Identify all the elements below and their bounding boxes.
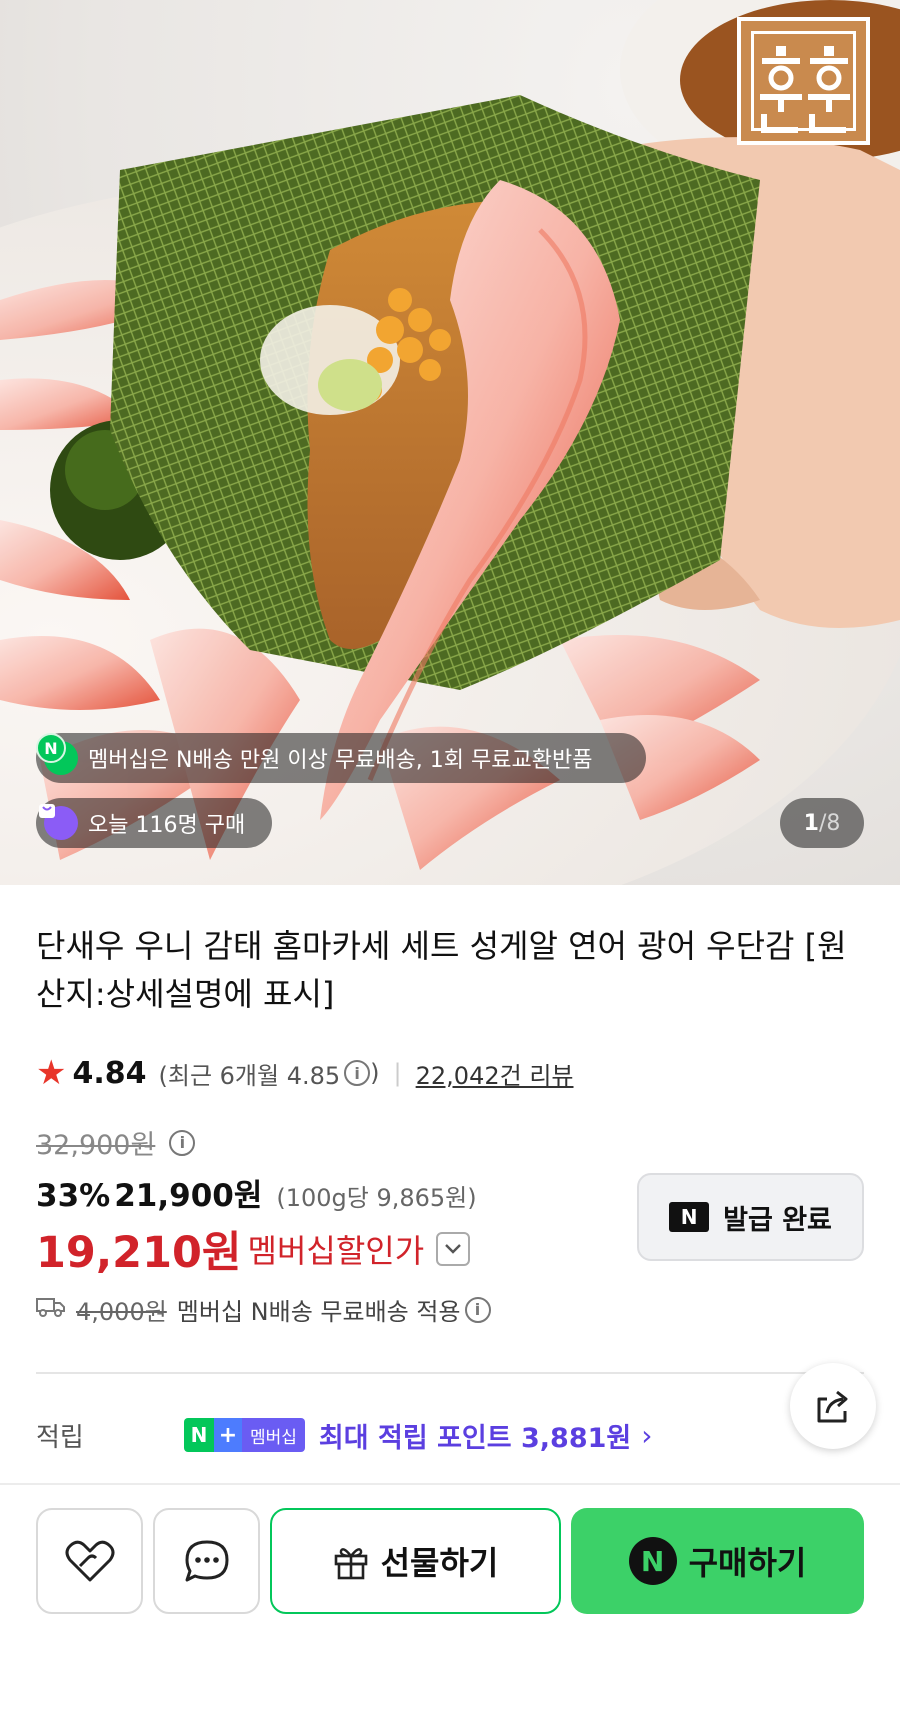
talk-button[interactable] (153, 1508, 260, 1614)
discount-rate: 33% (36, 1178, 111, 1214)
max-points-text: 최대 적립 포인트 3,881원 (318, 1422, 632, 1454)
review-count-link[interactable]: 22,042건 리뷰 (416, 1056, 574, 1091)
svg-text:N: N (44, 739, 57, 758)
membership-shipping-badge: N 멤버십은 N배송 만원 이상 무료배송, 1회 무료교환반품 (36, 733, 646, 783)
like-button[interactable] (36, 1508, 143, 1614)
shipping-row: 4,000원 멤버십 N배송 무료배송 적용 i (36, 1292, 491, 1327)
pager-total: /8 (818, 810, 841, 836)
today-buyers-text: 오늘 116명 구매 (88, 813, 246, 838)
star-icon: ★ (36, 1053, 67, 1093)
shipping-text: 멤버십 N배송 무료배송 적용 (176, 1298, 461, 1326)
gift-label: 선물하기 (380, 1544, 499, 1582)
n-plus-membership-badge: N + 멤버십 (184, 1418, 305, 1452)
coupon-issued-button[interactable]: N 발급 완료 (637, 1173, 864, 1261)
original-price: 32,900원 (36, 1130, 156, 1161)
image-pager: 1 /8 (780, 798, 864, 848)
unit-price: (100g당 9,865원) (276, 1184, 477, 1212)
info-icon[interactable]: i (344, 1060, 371, 1086)
buy-button[interactable]: N 구매하기 (571, 1508, 864, 1614)
naver-n-icon: N (628, 1537, 677, 1585)
today-buyers-badge: 오늘 116명 구매 (36, 798, 272, 848)
n-delivery-icon: N (36, 733, 78, 775)
recent-rating: (최근 6개월 4.85 (158, 1061, 341, 1090)
sale-price-row: 33% 21,900원 (100g당 9,865원) (36, 1170, 477, 1215)
gift-icon (334, 1548, 367, 1580)
brand-logo (737, 17, 870, 145)
rating-score: 4.84 (72, 1055, 147, 1091)
gift-button[interactable]: 선물하기 (270, 1508, 561, 1614)
truck-icon (36, 1296, 66, 1324)
divider: | (393, 1059, 402, 1087)
chevron-down-icon[interactable] (436, 1232, 471, 1266)
points-label: 적립 (36, 1422, 84, 1453)
original-shipping-fee: 4,000원 (76, 1298, 167, 1326)
pager-current: 1 (803, 810, 819, 836)
heart-icon (65, 1540, 114, 1582)
rating-row: ★ 4.84 (최근 6개월 4.85 i ) | 22,042건 리뷰 (36, 1053, 574, 1093)
chevron-right-icon: › (641, 1418, 653, 1452)
membership-notice-text: 멤버십은 N배송 만원 이상 무료배송, 1회 무료교환반품 (88, 748, 593, 773)
badge-member: 멤버십 (242, 1418, 305, 1452)
sale-price: 21,900원 (114, 1178, 263, 1214)
member-price: 19,210원 (36, 1228, 242, 1278)
chat-bubble-icon (185, 1540, 228, 1582)
product-image[interactable]: N 멤버십은 N배송 만원 이상 무료배송, 1회 무료교환반품 오늘 116명… (0, 0, 900, 885)
brand-glyph-left (760, 46, 802, 133)
brand-glyph-right (808, 46, 850, 133)
shopping-bag-icon (39, 804, 78, 840)
original-price-row: 32,900원 i (36, 1123, 196, 1162)
shipping-info-icon[interactable]: i (464, 1296, 491, 1323)
member-price-row[interactable]: 19,210원 멤버십할인가 (36, 1218, 471, 1280)
recent-rating-close: ) (370, 1059, 380, 1087)
points-row[interactable]: 적립 N + 멤버십 최대 적립 포인트 3,881원 › (36, 1410, 836, 1460)
divider (0, 1483, 900, 1485)
divider (36, 1372, 864, 1374)
member-price-label: 멤버십할인가 (247, 1232, 425, 1270)
product-title: 단새우 우니 감태 홈마카세 세트 성게알 연어 광어 우단감 [원산지:상세설… (36, 927, 847, 1013)
coupon-label: 발급 완료 (723, 1204, 832, 1236)
buy-label: 구매하기 (688, 1544, 807, 1582)
price-info-icon[interactable]: i (169, 1129, 196, 1156)
badge-plus: + (214, 1418, 242, 1452)
badge-n: N (184, 1418, 214, 1452)
naver-n-icon: N (669, 1202, 710, 1232)
